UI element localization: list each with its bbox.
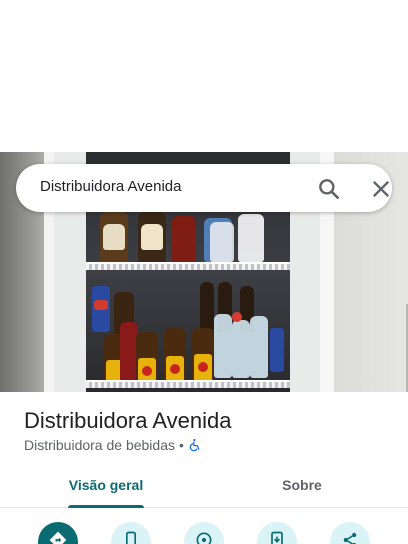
close-icon[interactable] bbox=[368, 176, 394, 202]
tab-selected-indicator bbox=[68, 505, 144, 508]
tab-bar: Visão geral Sobre bbox=[0, 468, 408, 508]
directions-button[interactable] bbox=[38, 522, 78, 544]
photo-shelf bbox=[86, 380, 290, 388]
call-button[interactable] bbox=[111, 522, 151, 544]
nearby-button[interactable] bbox=[184, 522, 224, 544]
share-icon bbox=[340, 530, 360, 544]
tab-label: Visão geral bbox=[68, 477, 144, 493]
share-button[interactable] bbox=[330, 522, 370, 544]
send-to-phone-button[interactable] bbox=[257, 522, 297, 544]
search-icon[interactable] bbox=[316, 176, 342, 202]
photo-shelf bbox=[86, 262, 290, 270]
tab-about[interactable]: Sobre bbox=[240, 468, 364, 508]
place-details-screen: Distribuidora Avenida Distribuidora Aven… bbox=[0, 0, 408, 544]
nearby-icon bbox=[194, 530, 214, 544]
place-category[interactable]: Distribuidora de bebidas bbox=[24, 437, 175, 453]
place-title: Distribuidora Avenida bbox=[24, 408, 232, 433]
directions-icon bbox=[48, 530, 68, 544]
tab-overview[interactable]: Visão geral bbox=[40, 468, 172, 508]
separator: • bbox=[178, 437, 184, 453]
place-subtitle: Distribuidora de bebidas • bbox=[24, 437, 202, 453]
tab-label: Sobre bbox=[282, 477, 322, 493]
wheelchair-icon[interactable] bbox=[188, 438, 202, 452]
save-to-phone-icon bbox=[267, 530, 287, 544]
search-box[interactable]: Distribuidora Avenida bbox=[16, 164, 392, 212]
phone-icon bbox=[121, 530, 141, 544]
search-input[interactable]: Distribuidora Avenida bbox=[40, 178, 181, 195]
